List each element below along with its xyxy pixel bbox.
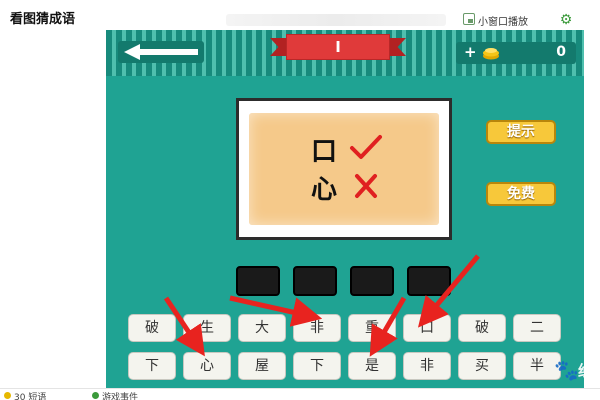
char-tile[interactable]: 屋	[238, 352, 286, 380]
bottom-strip: 30 短语 游戏事件	[0, 388, 600, 400]
free-button[interactable]: 免费	[486, 182, 556, 206]
check-icon	[350, 135, 382, 159]
puzzle-paper: 口 心	[249, 113, 439, 225]
char-tile[interactable]: 口	[403, 314, 451, 342]
watermark-brand: 经验	[578, 360, 584, 381]
answer-slot[interactable]	[350, 266, 394, 296]
char-tile[interactable]: 买	[458, 352, 506, 380]
char-tile[interactable]: 二	[513, 314, 561, 342]
coin-counter[interactable]: + 0	[456, 42, 576, 64]
arrow-left-icon	[124, 44, 198, 60]
answer-slot[interactable]	[293, 266, 337, 296]
char-tile[interactable]: 下	[128, 352, 176, 380]
paw-icon: 🐾	[554, 358, 579, 382]
level-number: I	[286, 34, 390, 60]
bottom-right-text[interactable]: 游戏事件	[102, 390, 138, 400]
char-tile[interactable]: 下	[293, 352, 341, 380]
char-tile[interactable]: 大	[238, 314, 286, 342]
cross-icon	[355, 174, 377, 198]
char-tile[interactable]: 非	[293, 314, 341, 342]
char-tile[interactable]: 生	[183, 314, 231, 342]
gear-icon[interactable]: ⚙	[559, 13, 573, 27]
hint-button[interactable]: 提示	[486, 120, 556, 144]
blurred-address	[226, 14, 446, 26]
mini-window-icon[interactable]	[463, 13, 475, 25]
char-tile[interactable]: 非	[403, 352, 451, 380]
status-dot	[92, 392, 99, 399]
status-dot	[4, 392, 11, 399]
puzzle-picture: 口 心	[236, 98, 452, 240]
page: 看图猜成语 小窗口播放 ⚙ I + 0 口 心 提示 免费 破 生 大 非 重 …	[0, 0, 600, 400]
bottom-left-text[interactable]: 30 短语	[14, 390, 46, 400]
clue-char-2: 心	[311, 175, 338, 205]
clue-char-1: 口	[311, 137, 338, 167]
char-tile[interactable]: 心	[183, 352, 231, 380]
answer-slot[interactable]	[407, 266, 451, 296]
back-button[interactable]	[118, 41, 204, 63]
char-tile[interactable]: 是	[348, 352, 396, 380]
answer-slot[interactable]	[236, 266, 280, 296]
page-title: 看图猜成语	[10, 12, 76, 27]
level-ribbon: I	[270, 34, 406, 60]
window-bar: 小窗口播放 ⚙	[226, 10, 586, 32]
game-board: I + 0 口 心 提示 免费 破 生 大 非 重 口 破 二 下 心 屋 下 …	[106, 30, 584, 388]
char-tile[interactable]: 破	[458, 314, 506, 342]
mini-window-button[interactable]: 小窗口播放	[478, 13, 528, 28]
watermark: 🐾 经验	[554, 352, 584, 388]
char-tile[interactable]: 重	[348, 314, 396, 342]
coin-icon	[483, 48, 499, 60]
add-coins-button[interactable]: +	[464, 43, 477, 61]
coin-count: 0	[556, 44, 566, 60]
char-tile[interactable]: 破	[128, 314, 176, 342]
